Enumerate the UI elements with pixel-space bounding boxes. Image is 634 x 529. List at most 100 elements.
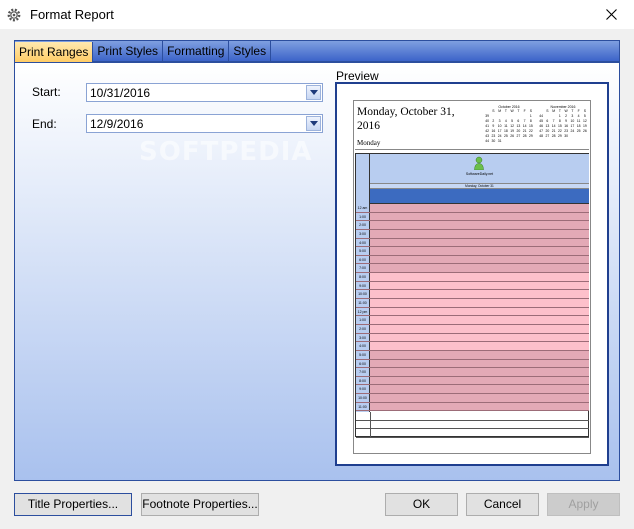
cancel-button[interactable]: Cancel — [466, 493, 539, 516]
time-slot-label: 7:00 — [356, 264, 370, 273]
time-slot-row: 5:00 — [356, 350, 589, 360]
time-slot-row: 1:00 — [356, 212, 589, 222]
time-slot-row: 2:00 — [356, 324, 589, 334]
empty-row — [356, 412, 589, 421]
resource-name: SoftwareDaily.net — [465, 172, 494, 176]
tab-print-styles[interactable]: Print Styles — [93, 41, 164, 61]
time-slot-label: 3:00 — [356, 229, 370, 238]
mini-calendar-grid: S M T W T F S 39 1 40 2 3 4 5 6 7 8 41 9 10 11 12 13 14 15 42 16 17… — [484, 109, 534, 144]
time-slot-cell — [370, 376, 589, 385]
time-slot-row: 11:00 — [356, 299, 589, 308]
start-date-dropdown-button[interactable] — [306, 85, 321, 100]
time-slot-cell — [370, 238, 589, 247]
time-slot-label: 3:00 — [356, 333, 370, 342]
day-calendar: SoftwareDaily.net Monday, October 31 12 … — [355, 153, 589, 438]
avatar — [474, 156, 484, 170]
time-slot-cell — [370, 324, 589, 333]
window-title: Format Report — [30, 7, 114, 22]
time-slot-row: 3:00 — [356, 333, 589, 343]
time-slot-row: 7:00 — [356, 264, 589, 274]
time-slot-label: 11:00 — [356, 402, 370, 411]
end-date-combo[interactable]: 12/9/2016 — [86, 114, 323, 133]
time-slots: 12 am 1:00 2:00 3:00 4:00 5:00 6:00 7:00 8:00 9:0… — [356, 204, 589, 412]
end-label: End: — [32, 117, 57, 131]
time-slot-cell — [370, 307, 589, 316]
time-slot-label: 5:00 — [356, 247, 370, 255]
all-day-bar — [370, 189, 589, 204]
preview-label: Preview — [336, 69, 379, 83]
time-slot-row: 12 pm — [356, 307, 589, 317]
time-slot-cell — [370, 290, 589, 299]
print-ranges-panel: SOFTPEDIA Start: 10/31/2016 End: 12/9/20… — [14, 62, 620, 481]
ok-button[interactable]: OK — [385, 493, 458, 516]
tab-formatting[interactable]: Formatting — [163, 41, 230, 61]
chevron-down-icon — [309, 121, 318, 126]
time-slot-row: 1:00 — [356, 316, 589, 325]
time-slot-cell — [370, 264, 589, 273]
time-slot-label: 1:00 — [356, 316, 370, 324]
time-slot-cell — [370, 221, 589, 229]
time-slot-label: 8:00 — [356, 273, 370, 281]
time-slot-row: 11:00 — [356, 402, 589, 412]
resource-header: SoftwareDaily.net — [370, 154, 589, 184]
preview-day-name: Monday — [357, 139, 381, 147]
time-slot-row: 9:00 — [356, 281, 589, 291]
mini-calendar-grid: S M T W T F S 44 1 2 3 4 5 45 6 7 8 9 10 11 12 46 13 14 15 16 17 18… — [538, 109, 588, 139]
time-slot-cell — [370, 402, 589, 411]
time-slot-label: 4:00 — [356, 238, 370, 247]
time-slot-cell — [370, 385, 589, 394]
time-slot-label: 11:00 — [356, 299, 370, 307]
time-slot-label: 12 am — [356, 204, 370, 212]
time-slot-label: 10:00 — [356, 394, 370, 402]
mini-calendar-october: October 2016 S M T W T F S 39 1 40 2 3 4 5 6 7 8 41 9 10 11 1… — [484, 105, 534, 147]
time-slot-label: 5:00 — [356, 350, 370, 359]
time-slot-cell — [370, 229, 589, 238]
mini-calendar-november: November 2016 S M T W T F S 44 1 2 3 4 5 45 6 7 8 9 10 11 12… — [538, 105, 588, 147]
time-slot-row: 8:00 — [356, 376, 589, 386]
time-slot-label: 2:00 — [356, 221, 370, 229]
time-slot-label: 8:00 — [356, 376, 370, 385]
time-slot-cell — [370, 299, 589, 307]
preview-page: Monday, October 31, 2016 Monday October … — [353, 100, 591, 454]
time-slot-row: 3:00 — [356, 229, 589, 239]
mini-calendar-day — [528, 139, 534, 144]
time-slot-cell — [370, 204, 589, 212]
start-date-combo[interactable]: 10/31/2016 — [86, 83, 323, 102]
time-slot-cell — [370, 212, 589, 221]
apply-button[interactable]: Apply — [547, 493, 620, 516]
time-slot-label: 9:00 — [356, 385, 370, 394]
time-slot-row: 6:00 — [356, 359, 589, 369]
end-date-dropdown-button[interactable] — [306, 116, 321, 131]
tab-print-ranges[interactable]: Print Ranges — [15, 42, 94, 62]
page-header: Monday, October 31, 2016 Monday October … — [355, 102, 589, 150]
time-slot-row: 6:00 — [356, 255, 589, 265]
close-icon — [605, 9, 617, 20]
time-slot-cell — [370, 368, 589, 376]
time-slot-label: 10:00 — [356, 290, 370, 299]
time-slot-row: 4:00 — [356, 342, 589, 351]
time-slot-row: 12 am — [356, 204, 589, 213]
time-slot-label: 6:00 — [356, 359, 370, 368]
close-button[interactable] — [588, 0, 634, 29]
time-slot-row: 9:00 — [356, 385, 589, 395]
time-slot-cell — [370, 359, 589, 368]
tab-styles[interactable]: Styles — [229, 41, 272, 61]
time-slot-row: 10:00 — [356, 394, 589, 403]
gear-icon — [7, 8, 21, 21]
end-date-value: 12/9/2016 — [90, 117, 144, 131]
time-slot-row: 7:00 — [356, 368, 589, 377]
time-slot-label: 2:00 — [356, 324, 370, 333]
time-slot-label: 12 pm — [356, 307, 370, 316]
time-slot-row: 10:00 — [356, 290, 589, 300]
watermark: SOFTPEDIA — [139, 137, 313, 167]
title-properties-button[interactable]: Title Properties... — [14, 493, 132, 516]
time-slot-row: 4:00 — [356, 238, 589, 248]
start-label: Start: — [32, 85, 61, 99]
start-date-value: 10/31/2016 — [90, 86, 151, 100]
time-slot-cell — [370, 255, 589, 264]
footnote-properties-button[interactable]: Footnote Properties... — [141, 493, 259, 516]
empty-row — [356, 429, 589, 438]
tab-strip: Print Ranges Print Styles Formatting Sty… — [14, 40, 620, 62]
time-slot-cell — [370, 350, 589, 359]
time-slot-cell — [370, 333, 589, 342]
